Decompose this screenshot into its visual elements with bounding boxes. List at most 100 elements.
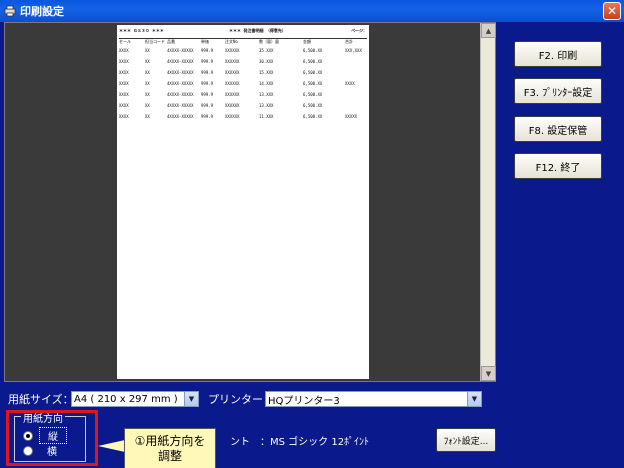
save-settings-button[interactable]: F8. 設定保管 bbox=[514, 116, 602, 142]
preview-col: セール bbox=[119, 39, 131, 44]
preview-header: ＊＊＊ ＧＳ３０ ＊＊＊ ＊＊＊ 発注書明細 （得意先） ページ： bbox=[119, 28, 367, 34]
preview-cell bbox=[345, 59, 367, 64]
preview-col: 注文No bbox=[225, 39, 238, 44]
preview-cell: 999.9 bbox=[201, 92, 214, 97]
paper-size-label: 用紙サイズ： bbox=[8, 393, 74, 406]
preview-cell: XXXXXX bbox=[225, 59, 240, 64]
preview-row: XXXX XX 4XXXX-XXXXX 999.9 XXXXXX 11.XXX 6,500.… bbox=[119, 114, 367, 119]
printer-value: HQプリンター3 bbox=[268, 395, 340, 407]
exit-button[interactable]: F12. 終了 bbox=[514, 153, 602, 179]
font-setup-button[interactable]: ﾌｫﾝﾄ設定... bbox=[436, 428, 496, 452]
preview-cell: XX bbox=[145, 92, 150, 97]
preview-col: 品番 bbox=[167, 39, 175, 44]
preview-cell: XXX,XXX bbox=[345, 48, 362, 53]
preview-cell: XXXX bbox=[119, 70, 129, 75]
preview-cell: 4XXXX-XXXXX bbox=[167, 103, 194, 108]
chevron-down-icon[interactable]: ▼ bbox=[467, 392, 481, 406]
preview-cell: XXXXXX bbox=[225, 81, 240, 86]
window-title: 印刷設定 bbox=[20, 5, 64, 18]
printer-icon bbox=[4, 5, 16, 17]
preview-cell bbox=[345, 92, 367, 97]
preview-cell: XXXX bbox=[119, 81, 129, 86]
preview-cell: XX bbox=[145, 70, 150, 75]
preview-col: 単価 bbox=[201, 39, 209, 44]
preview-row: XXXX XX 4XXXX-XXXXX 999.9 XXXXXX 15.XXX 6,500.… bbox=[119, 70, 367, 75]
preview-cell: XX bbox=[145, 103, 150, 108]
callout-note: ①用紙方向を調整 bbox=[124, 428, 216, 468]
print-preview: ＊＊＊ ＧＳ３０ ＊＊＊ ＊＊＊ 発注書明細 （得意先） ページ： セール 担当… bbox=[4, 22, 496, 382]
preview-cell: XXXX bbox=[119, 114, 129, 119]
preview-cell: XX bbox=[145, 59, 150, 64]
printer-setup-button[interactable]: F3. ﾌﾟﾘﾝﾀｰ設定 bbox=[514, 78, 602, 104]
preview-cell: 6,500.XX bbox=[303, 92, 323, 97]
preview-cell: 999.9 bbox=[201, 70, 214, 75]
preview-cell bbox=[345, 103, 367, 108]
preview-cell: 6,500.XX bbox=[303, 70, 323, 75]
callout-pointer bbox=[98, 440, 125, 452]
preview-cell: XXXX bbox=[119, 48, 129, 53]
preview-cell: 4XXXX-XXXXX bbox=[167, 114, 194, 119]
window-client: ＊＊＊ ＧＳ３０ ＊＊＊ ＊＊＊ 発注書明細 （得意先） ページ： セール 担当… bbox=[0, 22, 624, 468]
preview-cell: 999.9 bbox=[201, 114, 214, 119]
paper-size-value: A4 ( 210 x 297 mm ) bbox=[74, 393, 178, 405]
printer-select[interactable]: HQプリンター3 ▼ bbox=[265, 391, 482, 407]
preview-cell: 999.9 bbox=[201, 103, 214, 108]
chevron-down-icon[interactable]: ▼ bbox=[184, 392, 198, 406]
preview-row: XXXX XX 4XXXX-XXXXX 999.9 XXXXXX 13.XXX 6,500.… bbox=[119, 92, 367, 97]
preview-cell: 4XXXX-XXXXX bbox=[167, 70, 194, 75]
preview-col: 数（量）量 bbox=[259, 39, 279, 44]
preview-cell: XXXX bbox=[119, 103, 129, 108]
preview-columns: セール 担当コード 品番 単価 注文No 数（量）量 金額 合計 bbox=[119, 38, 367, 45]
preview-cell: 13.XXX bbox=[259, 92, 274, 97]
scroll-up-icon[interactable]: ▲ bbox=[481, 23, 496, 38]
preview-header-mid: ＊＊＊ 発注書明細 （得意先） bbox=[229, 28, 286, 33]
preview-cell: XXXXXX bbox=[225, 92, 240, 97]
preview-cell: 6,500.XX bbox=[303, 114, 323, 119]
preview-page: ＊＊＊ ＧＳ３０ ＊＊＊ ＊＊＊ 発注書明細 （得意先） ページ： セール 担当… bbox=[117, 25, 369, 379]
preview-cell: 6,500.XX bbox=[303, 48, 323, 53]
preview-col: 合計 bbox=[345, 39, 353, 44]
preview-cell: 30.XXX bbox=[259, 59, 274, 64]
scroll-down-icon[interactable]: ▼ bbox=[481, 366, 496, 381]
preview-cell: 6,500.XX bbox=[303, 81, 323, 86]
preview-cell: XXXX bbox=[119, 59, 129, 64]
preview-row: XXXX XX 4XXXX-XXXXX 999.9 XXXXXX 13.XXX 6,500.… bbox=[119, 103, 367, 108]
preview-cell: 999.9 bbox=[201, 59, 214, 64]
preview-cell: 999.9 bbox=[201, 48, 214, 53]
preview-cell: XXXXXX bbox=[225, 114, 240, 119]
preview-row: XXXX XX 4XXXX-XXXXX 999.9 XXXXXX 14.XXX 6,500.… bbox=[119, 81, 367, 86]
highlight-box bbox=[6, 410, 98, 466]
print-button[interactable]: F2. 印刷 bbox=[514, 41, 602, 67]
preview-cell: XXXXXX bbox=[225, 103, 240, 108]
preview-cell: 15.XXX bbox=[259, 70, 274, 75]
paper-size-select[interactable]: A4 ( 210 x 297 mm ) ▼ bbox=[71, 391, 199, 407]
preview-col: 金額 bbox=[303, 39, 311, 44]
preview-cell: XXXX bbox=[119, 92, 129, 97]
preview-cell: 6,500.XX bbox=[303, 59, 323, 64]
preview-cell: 999.9 bbox=[201, 81, 214, 86]
preview-cell: 35.XXX bbox=[259, 48, 274, 53]
preview-cell: 13.XXX bbox=[259, 103, 274, 108]
title-bar: 印刷設定 ✕ bbox=[0, 0, 624, 22]
preview-cell: XX bbox=[145, 114, 150, 119]
close-button[interactable]: ✕ bbox=[603, 2, 621, 20]
preview-cell: 11.XXX bbox=[259, 114, 274, 119]
preview-cell: 4XXXX-XXXXX bbox=[167, 92, 194, 97]
preview-cell: XXXXX bbox=[345, 114, 358, 119]
preview-cell: XXXX bbox=[345, 81, 355, 86]
preview-cell: 6,500.XX bbox=[303, 103, 323, 108]
preview-cell: XXXXXX bbox=[225, 70, 240, 75]
preview-cell: XXXXXX bbox=[225, 48, 240, 53]
preview-row: XXXX XX 4XXXX-XXXXX 999.9 XXXXXX 35.XXX 6,500.… bbox=[119, 48, 367, 53]
preview-col: 担当コード bbox=[145, 39, 165, 44]
preview-cell: XX bbox=[145, 81, 150, 86]
preview-cell: 4XXXX-XXXXX bbox=[167, 48, 194, 53]
preview-cell: 14.XXX bbox=[259, 81, 274, 86]
preview-cell bbox=[345, 70, 367, 75]
preview-header-left: ＊＊＊ ＧＳ３０ ＊＊＊ bbox=[119, 28, 164, 33]
font-info: ント ：MS ゴシック 12ﾎﾟｲﾝﾄ bbox=[230, 437, 370, 448]
preview-scrollbar[interactable]: ▲ ▼ bbox=[480, 23, 496, 381]
preview-row: XXXX XX 4XXXX-XXXXX 999.9 XXXXXX 30.XXX 6,500.… bbox=[119, 59, 367, 64]
preview-cell: XX bbox=[145, 48, 150, 53]
preview-cell: 4XXXX-XXXXX bbox=[167, 81, 194, 86]
